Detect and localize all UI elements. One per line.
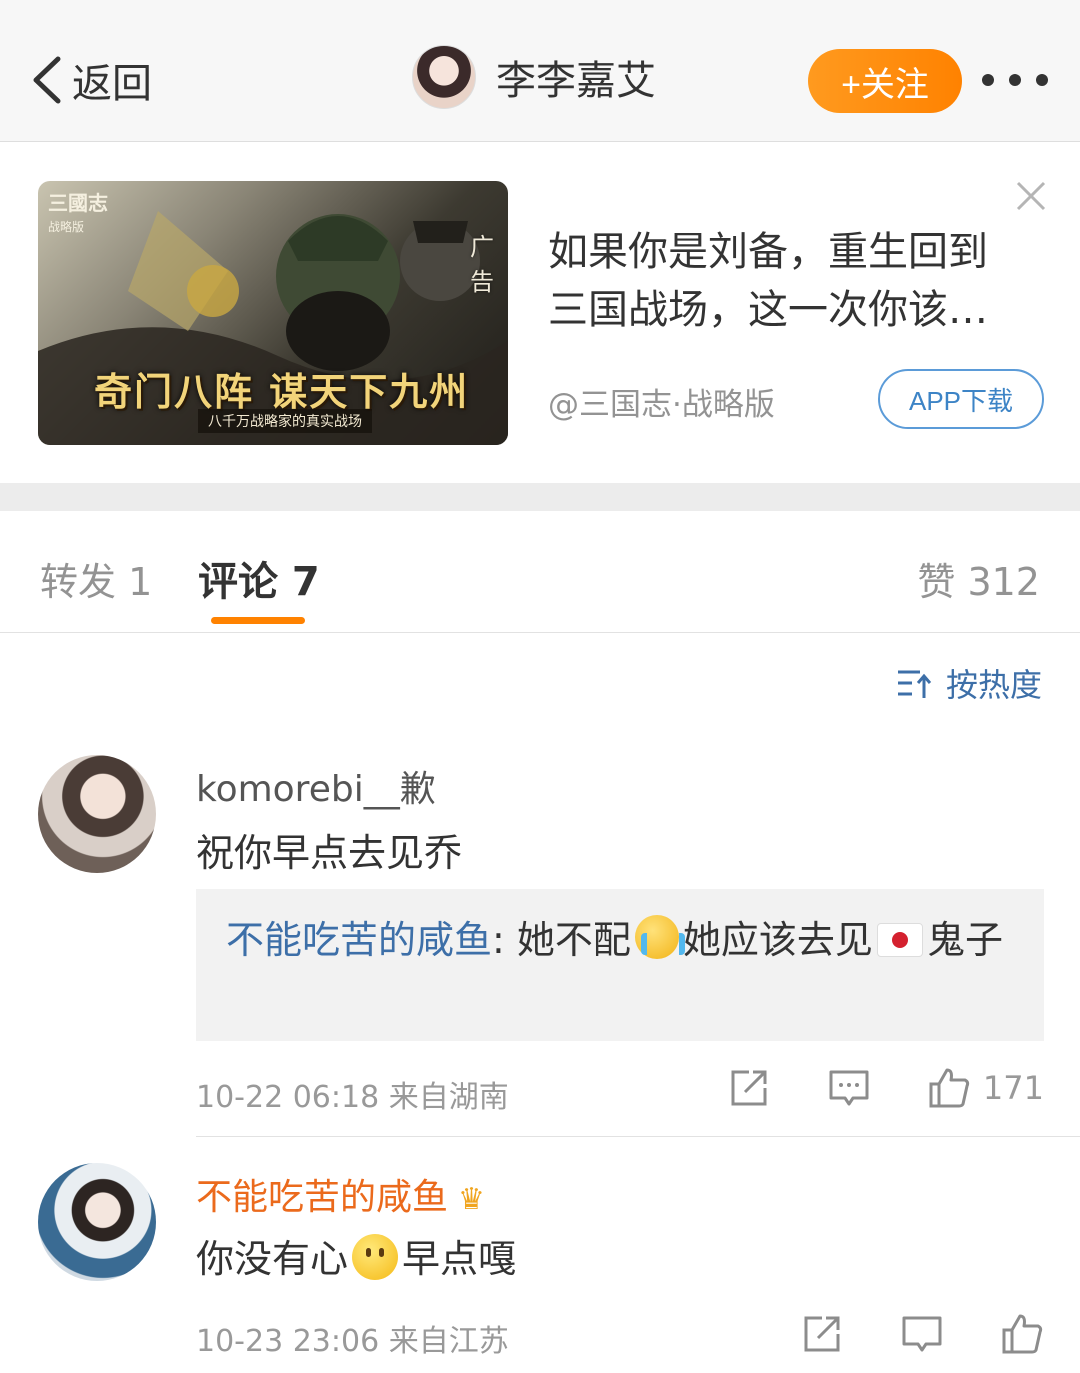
like-icon[interactable]	[1000, 1312, 1044, 1356]
app-download-button[interactable]: APP下载	[878, 369, 1044, 429]
comment-text: 祝你早点去见乔	[196, 831, 463, 875]
author-info[interactable]: 李李嘉艾	[412, 45, 656, 109]
share-icon[interactable]	[727, 1066, 771, 1110]
ad-source[interactable]: @三国志·战略版	[548, 379, 775, 424]
top-nav: 返回 李李嘉艾 +关注	[0, 0, 1080, 142]
share-icon[interactable]	[800, 1312, 844, 1356]
author-name[interactable]: 李李嘉艾	[496, 48, 656, 106]
ad-badge: 广告	[470, 233, 494, 296]
smile-emoji-icon	[352, 1234, 399, 1280]
reply-preview[interactable]: 不能吃苦的咸鱼: 她不配 她应该去见 鬼子	[196, 889, 1044, 1041]
reply-text: 她不配	[516, 918, 631, 962]
sort-label: 按热度	[945, 666, 1042, 704]
avatar[interactable]	[38, 755, 156, 873]
interaction-tabs: 转发 1 评论 7 赞 312	[0, 511, 1080, 633]
tab-repost[interactable]: 转发 1	[40, 551, 152, 606]
more-options-icon[interactable]	[982, 64, 1048, 96]
comment-divider	[196, 1136, 1080, 1137]
follow-button[interactable]: +关注	[808, 49, 962, 113]
ad-game-logo: 三國志 战略版	[48, 191, 108, 234]
comment-actions	[744, 1312, 1044, 1356]
crying-emoji-icon	[634, 915, 685, 959]
back-label: 返回	[72, 61, 152, 107]
like-icon[interactable]	[927, 1066, 971, 1110]
ad-sub-slogan: 八千万战略家的真实战场	[198, 409, 372, 433]
crown-icon: ♛	[458, 1182, 485, 1217]
reply-icon[interactable]	[827, 1066, 871, 1110]
section-divider	[0, 483, 1080, 511]
comment-text: 你没有心 早点嘎	[196, 1228, 516, 1283]
tab-likes[interactable]: 赞 312	[917, 551, 1040, 606]
sort-icon	[897, 670, 932, 698]
author-avatar[interactable]	[412, 45, 476, 109]
active-tab-indicator	[211, 617, 305, 624]
comment-username[interactable]: 不能吃苦的咸鱼 ♛	[196, 1168, 485, 1220]
comment-username[interactable]: komorebi__歉	[196, 760, 436, 812]
ad-card[interactable]: 三國志 战略版 广告 奇门八阵 谋天下九州 八千万战略家的真实战场 如果你是刘备…	[0, 143, 1080, 483]
comment-meta: 10-22 06:18 来自湖南	[196, 1080, 509, 1115]
sort-toggle[interactable]: 按热度	[896, 660, 1042, 706]
reply-icon[interactable]	[900, 1312, 944, 1356]
close-icon[interactable]	[1014, 179, 1048, 213]
ad-title[interactable]: 如果你是刘备，重生回到三国战场，这一次你该…	[548, 223, 1018, 339]
tab-comment[interactable]: 评论 7	[198, 549, 320, 607]
ad-image[interactable]: 三國志 战略版 广告 奇门八阵 谋天下九州 八千万战略家的真实战场	[38, 181, 508, 445]
ad-slogan: 奇门八阵 谋天下九州	[94, 369, 470, 414]
reply-username[interactable]: 不能吃苦的咸鱼	[226, 918, 492, 962]
like-count: 171	[982, 1069, 1044, 1107]
back-button[interactable]: 返回	[30, 50, 152, 110]
comment-meta: 10-23 23:06 来自江苏	[196, 1324, 509, 1359]
avatar[interactable]	[38, 1163, 156, 1281]
japan-flag-icon	[876, 923, 923, 957]
chevron-left-icon	[33, 56, 61, 104]
comment-actions: 171	[671, 1066, 1044, 1110]
